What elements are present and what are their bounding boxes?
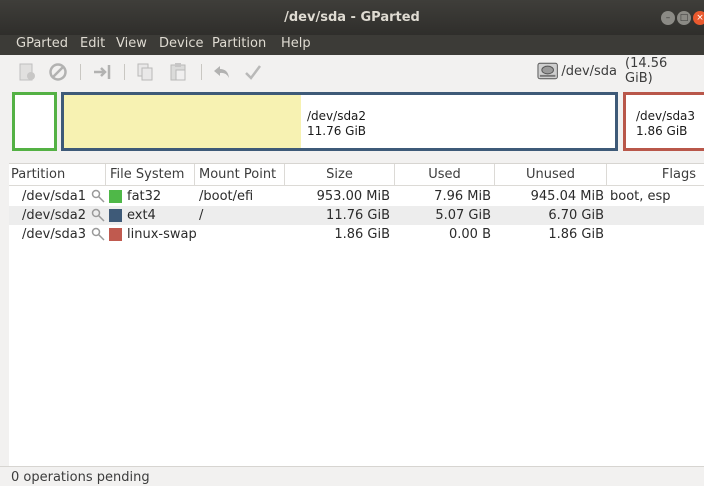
unused-value: 945.04 MiB [530, 189, 604, 204]
column-header-partition[interactable]: Partition [9, 164, 106, 186]
menu-view[interactable]: View [116, 36, 147, 51]
menu-gparted[interactable]: GParted [16, 36, 68, 51]
column-header-size[interactable]: Size [285, 164, 395, 186]
used-value: 0.00 B [449, 227, 491, 242]
copy-icon[interactable] [135, 62, 155, 82]
mount-point: / [199, 208, 204, 223]
menu-partition[interactable]: Partition [212, 36, 266, 51]
key-icon [91, 208, 105, 222]
unused-value: 6.70 GiB [548, 208, 604, 223]
table-row[interactable]: /dev/sda2 ext4 / 11.76 GiB 5.07 GiB 6.70… [9, 206, 704, 225]
device-name: /dev/sda [561, 63, 618, 79]
used-value: 7.96 MiB [434, 189, 491, 204]
partition-table: Partition File System Mount Point Size U… [9, 163, 704, 467]
used-space-fill [64, 95, 301, 148]
key-icon [91, 189, 105, 203]
unused-value: 1.86 GiB [548, 227, 604, 242]
partition-block-sda1[interactable] [12, 92, 57, 151]
window-title: /dev/sda - GParted [284, 10, 420, 25]
close-button[interactable]: × [693, 11, 704, 25]
partition-name: /dev/sda1 [22, 189, 86, 204]
delete-icon[interactable] [48, 62, 68, 82]
filesystem-color-swatch [109, 228, 122, 241]
toolbar-separator [80, 64, 81, 80]
filesystem-name: fat32 [127, 189, 162, 204]
menu-bar: GParted Edit View Device Partition Help [0, 35, 704, 55]
table-row[interactable]: /dev/sda1 fat32 /boot/efi 953.00 MiB 7.9… [9, 187, 704, 206]
menu-device[interactable]: Device [159, 36, 203, 51]
undo-icon[interactable] [212, 62, 232, 82]
mount-point: /boot/efi [199, 189, 254, 204]
toolbar-separator [124, 64, 125, 80]
size-value: 11.76 GiB [326, 208, 390, 223]
filesystem-color-swatch [109, 190, 122, 203]
disk-map: /dev/sda2 11.76 GiB /dev/sda3 1.86 GiB [9, 89, 704, 161]
column-header-mount-point[interactable]: Mount Point [195, 164, 285, 186]
column-header-flags[interactable]: Flags [607, 164, 704, 186]
menu-help[interactable]: Help [281, 36, 311, 51]
apply-icon[interactable] [243, 62, 263, 82]
column-header-used[interactable]: Used [395, 164, 495, 186]
toolbar: /dev/sda (14.56 GiB) ↕ [0, 55, 704, 89]
column-header-unused[interactable]: Unused [495, 164, 607, 186]
status-text: 0 operations pending [11, 470, 150, 485]
size-value: 1.86 GiB [334, 227, 390, 242]
partition-block-label: /dev/sda2 [307, 109, 367, 123]
key-icon [91, 227, 105, 241]
filesystem-color-swatch [109, 209, 122, 222]
table-row[interactable]: /dev/sda3 linux-swap 1.86 GiB 0.00 B 1.8… [9, 225, 704, 244]
used-value: 5.07 GiB [435, 208, 491, 223]
resize-move-icon[interactable] [92, 62, 112, 82]
menu-edit[interactable]: Edit [80, 36, 105, 51]
toolbar-separator [201, 64, 202, 80]
filesystem-name: ext4 [127, 208, 156, 223]
flags-value: boot, esp [610, 189, 671, 204]
status-bar: 0 operations pending [0, 466, 704, 486]
column-header-filesystem[interactable]: File System [106, 164, 195, 186]
filesystem-name: linux-swap [127, 227, 197, 242]
partition-name: /dev/sda2 [22, 208, 86, 223]
device-size: (14.56 GiB) [625, 56, 668, 86]
hard-drive-icon [537, 62, 558, 80]
device-selector[interactable]: /dev/sda (14.56 GiB) ↕ [537, 56, 704, 86]
partition-block-size: 1.86 GiB [636, 124, 688, 138]
maximize-button[interactable]: □ [677, 11, 691, 25]
partition-block-sda2[interactable]: /dev/sda2 11.76 GiB [61, 92, 618, 151]
paste-icon[interactable] [168, 62, 188, 82]
title-bar: /dev/sda - GParted – □ × [0, 0, 704, 35]
partition-block-sda3[interactable]: /dev/sda3 1.86 GiB [623, 92, 704, 151]
size-value: 953.00 MiB [316, 189, 390, 204]
minimize-button[interactable]: – [661, 11, 675, 25]
new-partition-icon[interactable] [17, 62, 37, 82]
partition-name: /dev/sda3 [22, 227, 86, 242]
partition-block-size: 11.76 GiB [307, 124, 367, 138]
partition-block-label: /dev/sda3 [636, 109, 696, 123]
